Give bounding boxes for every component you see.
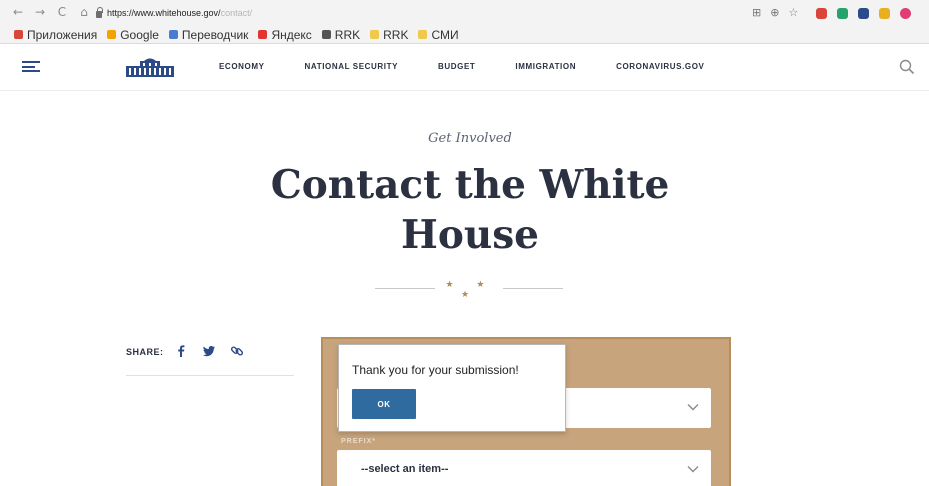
prefix-select-value: --select an item-- — [361, 463, 449, 475]
star-icon[interactable]: ☆ — [788, 6, 798, 19]
divider-stars-icon: ★ ★ ★ — [445, 280, 495, 300]
bookmark-apps[interactable]: Приложения — [14, 28, 97, 42]
twitter-icon[interactable] — [202, 344, 216, 358]
extension-4-icon[interactable] — [879, 8, 890, 19]
bookmarks-bar: Приложения Google Переводчик Яндекс RRK … — [0, 26, 929, 44]
copy-link-icon[interactable] — [230, 344, 244, 358]
page-title-line-1: Contact the White — [270, 162, 670, 208]
yandex-icon — [258, 30, 268, 39]
search-icon[interactable] — [899, 59, 915, 75]
nav-economy[interactable]: ECONOMY — [219, 62, 265, 71]
browser-nav-buttons: ← → C ⌂ — [12, 6, 90, 18]
site-header: ECONOMY NATIONAL SECURITY BUDGET IMMIGRA… — [0, 45, 929, 91]
page-title-line-2: House — [401, 212, 539, 258]
back-arrow-icon[interactable]: ← — [12, 6, 24, 18]
lock-icon — [96, 6, 103, 18]
apps-grid-icon — [14, 30, 23, 39]
url-host: https://www.whitehouse.gov/ — [107, 8, 221, 18]
page-title: Contact the White House — [0, 160, 929, 260]
extension-2-icon[interactable] — [837, 8, 848, 19]
chevron-down-icon — [687, 466, 699, 473]
extensions — [816, 8, 911, 19]
facebook-icon[interactable] — [174, 344, 188, 358]
submission-dialog: Thank you for your submission! OK — [338, 344, 566, 432]
share-bar: SHARE: — [126, 344, 294, 376]
bookmark-rrk[interactable]: RRK — [321, 28, 360, 42]
bookmark-folder-rrk[interactable]: RRK — [370, 28, 408, 42]
prefix-select[interactable]: --select an item-- — [337, 450, 711, 486]
menu-icon[interactable] — [22, 61, 40, 72]
title-divider: ★ ★ ★ — [375, 280, 565, 300]
primary-nav: ECONOMY NATIONAL SECURITY BUDGET IMMIGRA… — [219, 62, 745, 71]
address-bar-actions: ⊞ ⊕ ☆ — [752, 6, 798, 19]
folder-icon — [370, 30, 380, 39]
extension-3-icon[interactable] — [858, 8, 869, 19]
home-icon[interactable]: ⌂ — [78, 6, 90, 18]
google-icon — [107, 30, 117, 39]
chevron-down-icon — [687, 404, 699, 411]
rrk-icon — [321, 30, 331, 39]
white-house-logo[interactable] — [126, 57, 174, 77]
dialog-message: Thank you for your submission! — [352, 363, 519, 377]
forward-arrow-icon[interactable]: → — [34, 6, 46, 18]
reload-icon[interactable]: C — [56, 6, 68, 18]
extension-5-icon[interactable] — [900, 8, 911, 19]
bookmark-folder-smi[interactable]: СМИ — [418, 28, 459, 42]
translate-icon[interactable]: ⊞ — [752, 6, 761, 19]
bookmark-google[interactable]: Google — [107, 28, 159, 42]
translate-icon — [168, 30, 178, 39]
folder-icon — [418, 30, 428, 39]
extension-1-icon[interactable] — [816, 8, 827, 19]
zoom-icon[interactable]: ⊕ — [770, 6, 779, 19]
browser-toolbar: ← → C ⌂ https://www.whitehouse.gov/conta… — [0, 0, 929, 26]
nav-immigration[interactable]: IMMIGRATION — [515, 62, 576, 71]
ok-button[interactable]: OK — [352, 389, 416, 419]
nav-budget[interactable]: BUDGET — [438, 62, 475, 71]
url-path: contact/ — [220, 8, 253, 18]
page-eyebrow: Get Involved — [428, 131, 512, 146]
share-label: SHARE: — [126, 347, 164, 357]
prefix-label: PREFIX* — [341, 438, 377, 445]
nav-coronavirus[interactable]: CORONAVIRUS.GOV — [616, 62, 704, 71]
bookmark-yandex[interactable]: Яндекс — [258, 28, 312, 42]
address-bar[interactable]: https://www.whitehouse.gov/contact/ — [96, 5, 726, 21]
nav-national-security[interactable]: NATIONAL SECURITY — [305, 62, 398, 71]
bookmark-translator[interactable]: Переводчик — [168, 28, 248, 42]
